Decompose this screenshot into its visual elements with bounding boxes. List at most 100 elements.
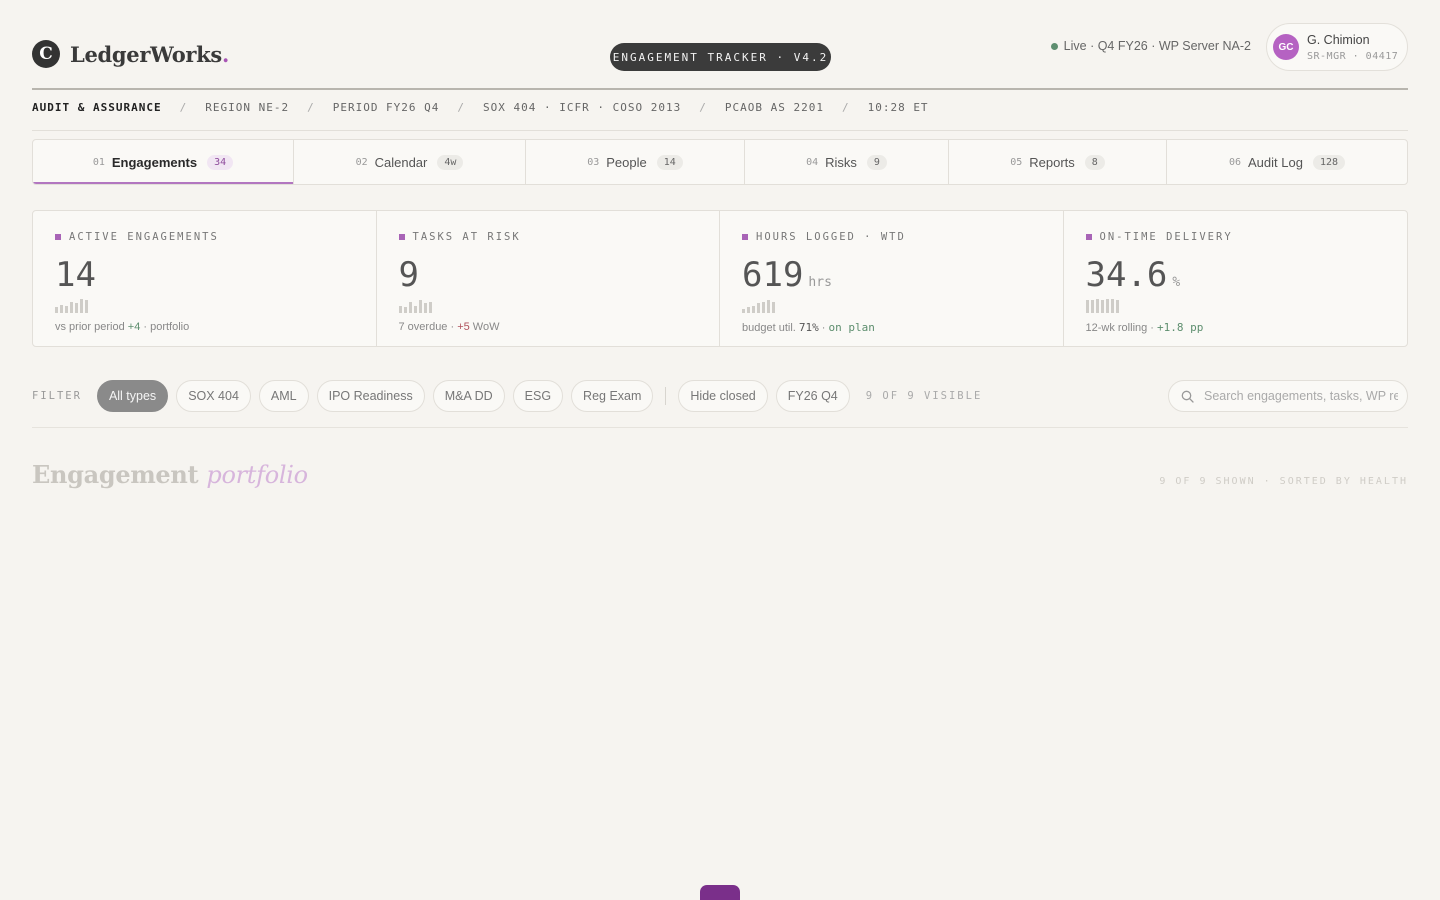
tab-badge: 9 [866, 154, 887, 170]
sparkline-bar [398, 306, 402, 313]
sparkline-bar [747, 307, 750, 313]
breadcrumb-item[interactable]: AUDIT & ASSURANCE [32, 101, 162, 114]
period-filter-chip[interactable]: FY26 Q4 [775, 380, 850, 412]
tab-reports[interactable]: 05 Reports 8 [949, 140, 1167, 184]
filter-chip-esg[interactable]: ESG [512, 380, 564, 412]
breadcrumb-item[interactable]: REGION NE-2 [205, 101, 289, 114]
user-menu[interactable]: GC G. Chimion SR-MGR · 04417 [1266, 23, 1408, 71]
logo-name: LedgerWorks. [70, 41, 229, 67]
sparkline-bar [428, 302, 432, 313]
kpi-subtext: vs prior period +4 · portfolio [55, 321, 190, 333]
filter-chip-ma-dd[interactable]: M&A DD [432, 380, 505, 412]
live-status: Live · Q4 FY26 · WP Server NA-2 [1050, 39, 1251, 53]
search-box[interactable] [1168, 380, 1408, 412]
tab-badge: 34 [207, 154, 234, 170]
kpi-on-time-delivery: ON-TIME DELIVERY 34.6% 12-wk rolling · +… [1064, 211, 1408, 346]
tab-engagements[interactable]: 01 Engagements 34 [33, 140, 294, 184]
breadcrumb-sep: / [699, 100, 707, 114]
user-info: G. Chimion SR-MGR · 04417 [1307, 33, 1398, 62]
kpi-marker-icon [55, 234, 61, 240]
breadcrumb-divider [32, 130, 1408, 131]
filter-chip-sox-404[interactable]: SOX 404 [176, 380, 251, 412]
sparkline-bar [85, 300, 88, 313]
kpi-marker-icon [1085, 234, 1092, 240]
filter-chip-all-types[interactable]: All types [96, 380, 169, 412]
kpi-subtext: 7 overdue · +5 WoW [398, 321, 500, 333]
sparkline-bar [65, 306, 68, 313]
sparkline-bar [1095, 299, 1099, 313]
sparkline-bar [1105, 299, 1109, 313]
breadcrumb-item[interactable]: SOX 404 · ICFR · COSO 2013 [483, 101, 681, 114]
avatar: GC [1273, 34, 1299, 60]
breadcrumb-time: 10:28 ET [867, 100, 929, 114]
kpi-subtext: 12-wk rolling · +1.8 pp [1085, 321, 1204, 334]
kpi-sparkline [398, 299, 698, 313]
kpi-tasks-at-risk: TASKS AT RISK 9 7 overdue · +5 WoW [377, 211, 720, 346]
kpi-sparkline [1085, 299, 1386, 313]
filter-divider [665, 387, 667, 405]
kpi-value: 619 hrs [742, 255, 832, 295]
filter-chip-aml[interactable]: AML [258, 380, 309, 412]
tracker-version-badge: ENGAGEMENT TRACKER · V4.2 [610, 43, 831, 71]
breadcrumb-sep: / [841, 100, 850, 114]
tab-risks[interactable]: 04 Risks 9 [745, 140, 949, 184]
kpi-subtext: budget util. 71% · on plan [742, 321, 875, 334]
logo[interactable]: C LedgerWorks. [32, 40, 229, 68]
sparkline-bar [1085, 300, 1089, 313]
breadcrumb-item[interactable]: PCAOB AS 2201 [725, 101, 824, 114]
filter-chip-reg-exam[interactable]: Reg Exam [571, 380, 654, 412]
breadcrumb: AUDIT & ASSURANCE / REGION NE-2 / PERIOD… [32, 100, 929, 114]
breadcrumb-sep: / [179, 100, 188, 114]
sparkline-bar [1090, 300, 1094, 313]
kpi-value: 9 [398, 255, 419, 295]
tab-badge: 128 [1312, 154, 1346, 170]
sparkline-bar [772, 302, 775, 313]
sparkline-bar [413, 306, 417, 313]
sparkline-bar [762, 302, 765, 313]
filter-chip-ipo-readiness[interactable]: IPO Readiness [316, 380, 425, 412]
kpi-value: 34.6% [1085, 255, 1181, 295]
breadcrumb-sep: / [457, 100, 466, 114]
search-input[interactable] [1204, 389, 1398, 403]
sparkline-bar [75, 303, 78, 313]
tab-calendar[interactable]: 02 Calendar 4w [294, 140, 526, 184]
kpi-value: 14 [55, 255, 96, 295]
sparkline-bar [408, 302, 412, 313]
kpi-sparkline [55, 299, 354, 313]
breadcrumb-sep: / [307, 100, 315, 114]
tab-audit-log[interactable]: 06 Audit Log 128 [1167, 140, 1407, 184]
app-header: C LedgerWorks. ENGAGEMENT TRACKER · V4.2… [32, 22, 1408, 88]
search-icon [1181, 390, 1194, 403]
sparkline-bar [757, 303, 760, 313]
kpi-active-engagements: ACTIVE ENGAGEMENTS 14 vs prior period +4… [33, 211, 377, 346]
sparkline-bar [1110, 299, 1114, 313]
sparkline-bar [423, 303, 427, 313]
sparkline-bar [403, 307, 407, 313]
sparkline-bar [55, 307, 58, 313]
hide-closed-toggle[interactable]: Hide closed [678, 380, 768, 412]
sparkline-bar [418, 300, 422, 313]
floating-action-button[interactable] [700, 885, 740, 900]
breadcrumb-item[interactable]: PERIOD FY26 Q4 [333, 101, 440, 114]
sparkline-bar [767, 300, 770, 313]
filter-divider-line [32, 427, 1408, 428]
kpi-marker-icon [742, 234, 748, 240]
live-status-text: Live · Q4 FY26 · WP Server NA-2 [1063, 39, 1251, 53]
sparkline-bar [1115, 300, 1119, 313]
section-meta: 9 OF 9 SHOWN · SORTED BY HEALTH [1159, 476, 1408, 487]
main-tabs: 01 Engagements 34 02 Calendar 4w 03 People 14 … [32, 139, 1408, 185]
sparkline-bar [80, 299, 83, 313]
user-id: SR-MGR · 04417 [1307, 50, 1399, 62]
sparkline-bar [70, 302, 73, 313]
kpi-hours-logged: HOURS LOGGED · WTD 619 hrs budget util. 7… [720, 211, 1064, 346]
sparkline-bar [752, 306, 755, 313]
tab-badge: 14 [656, 154, 683, 170]
sparkline-bar [1100, 300, 1104, 313]
filter-label: FILTER [32, 390, 82, 402]
kpi-sparkline [742, 299, 1041, 313]
kpi-marker-icon [398, 234, 405, 240]
tab-people[interactable]: 03 People 14 [526, 140, 745, 184]
sparkline-bar [60, 305, 63, 313]
sparkline-bar [742, 309, 745, 313]
live-dot-icon [1050, 42, 1058, 50]
